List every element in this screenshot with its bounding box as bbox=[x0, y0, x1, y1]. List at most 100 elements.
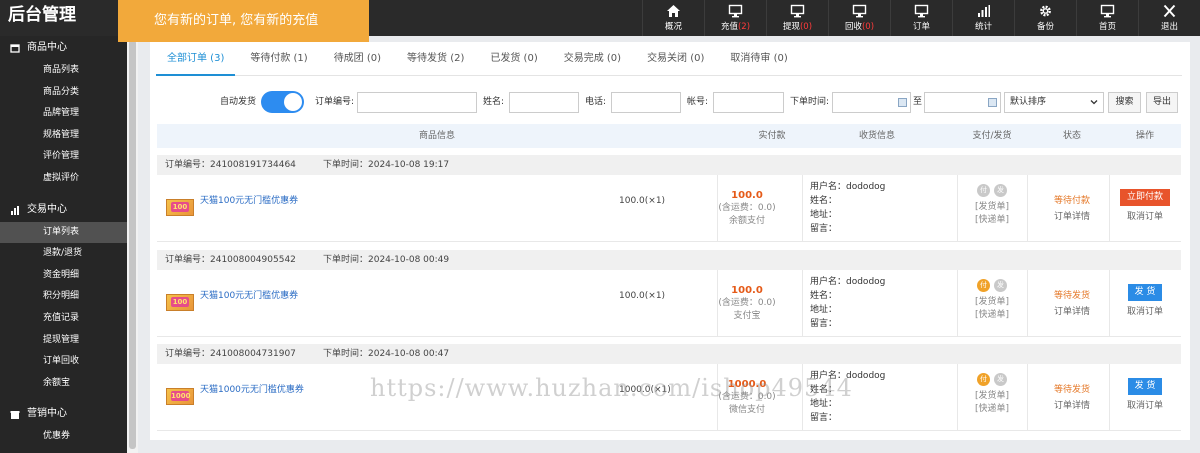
sidebar-item[interactable]: 规格管理 bbox=[0, 125, 127, 147]
product-name-link[interactable]: 天猫100元无门槛优惠券 bbox=[200, 193, 298, 206]
column-divider bbox=[1027, 175, 1028, 242]
order-action-button[interactable]: 发 货 bbox=[1127, 284, 1163, 301]
nav-label: 统计 bbox=[974, 22, 992, 32]
phone-input[interactable] bbox=[611, 92, 681, 113]
express-note-link[interactable]: [快递单] bbox=[957, 403, 1027, 416]
sidebar-item[interactable]: 评价管理 bbox=[0, 146, 127, 168]
sidebar-group[interactable]: 商品中心 bbox=[0, 36, 127, 60]
brand-title: 后台管理 bbox=[8, 5, 76, 25]
delivery-message: 留言： bbox=[810, 319, 838, 329]
order-status: 等待付款 bbox=[1053, 196, 1090, 206]
order-action-button[interactable]: 发 货 bbox=[1127, 378, 1163, 395]
sidebar-item[interactable]: 虚拟评价 bbox=[0, 168, 127, 190]
tab-6[interactable]: 交易关闭 (0) bbox=[636, 42, 715, 76]
shipping-note-link[interactable]: [发货单] bbox=[957, 296, 1027, 309]
sidebar-item[interactable]: 充值记录 bbox=[0, 308, 127, 330]
nav-item-6[interactable]: 备份 bbox=[1014, 0, 1076, 36]
nav-label: 充值(2) bbox=[720, 22, 751, 32]
sidebar-item[interactable]: 资金明细 bbox=[0, 265, 127, 287]
product-thumbnail[interactable]: 100 bbox=[166, 294, 194, 311]
nav-item-5[interactable]: 统计 bbox=[952, 0, 1014, 36]
product-thumbnail[interactable]: 1000 bbox=[166, 388, 194, 405]
express-note-link[interactable]: [快递单] bbox=[957, 214, 1027, 227]
top-nav: 概况 充值(2) 提现(0) 回收(0) 订单 统计 备份 首页 退出 bbox=[642, 0, 1200, 36]
sidebar-group[interactable]: 营销中心 bbox=[0, 402, 127, 426]
pay-ship-block: 付发 [发货单] [快递单] bbox=[957, 279, 1027, 322]
shipping-note-link[interactable]: [发货单] bbox=[957, 390, 1027, 403]
account-input[interactable] bbox=[713, 92, 784, 113]
delivery-message: 留言： bbox=[810, 224, 838, 234]
sidebar-item[interactable]: 订单回收 bbox=[0, 351, 127, 373]
nav-item-7[interactable]: 首页 bbox=[1076, 0, 1138, 36]
search-button[interactable]: 搜索 bbox=[1108, 92, 1141, 113]
delivery-user: 用户名：dododog bbox=[810, 182, 886, 192]
notification-banner[interactable]: 您有新的订单, 您有新的充值 bbox=[118, 0, 369, 42]
sidebar-item[interactable]: 积分明细 bbox=[0, 286, 127, 308]
shipping-note-link[interactable]: [发货单] bbox=[957, 201, 1027, 214]
order-detail-link[interactable]: 订单详情 bbox=[1042, 398, 1102, 414]
cancel-order-link[interactable]: 取消订单 bbox=[1109, 209, 1181, 222]
tab-4[interactable]: 已发货 (0) bbox=[479, 42, 548, 76]
start-date-input[interactable] bbox=[832, 92, 911, 113]
account-label: 帐号: bbox=[687, 97, 709, 107]
tab-2[interactable]: 待成团 (0) bbox=[323, 42, 392, 76]
tab-5[interactable]: 交易完成 (0) bbox=[553, 42, 632, 76]
tab-0[interactable]: 全部订单 (3) bbox=[156, 42, 236, 76]
order-detail-link[interactable]: 订单详情 bbox=[1042, 304, 1102, 320]
auto-ship-toggle[interactable] bbox=[261, 91, 304, 113]
nav-item-2[interactable]: 提现(0) bbox=[766, 0, 828, 36]
product-thumbnail[interactable]: 100 bbox=[166, 199, 194, 216]
paid-block: 100.0 (含运费：0.0) 余额支付 bbox=[692, 189, 802, 228]
sidebar-item[interactable]: 商品列表 bbox=[0, 60, 127, 82]
monitor-icon bbox=[790, 4, 805, 18]
sidebar-group-label: 交易中心 bbox=[27, 203, 67, 215]
order-action-button[interactable]: 立即付款 bbox=[1119, 189, 1170, 206]
auto-ship-label: 自动发货 bbox=[220, 97, 257, 107]
sidebar-group[interactable]: 交易中心 bbox=[0, 198, 127, 222]
sidebar-item[interactable]: 退款/退货 bbox=[0, 243, 127, 265]
sidebar-scrollbar[interactable] bbox=[129, 40, 136, 449]
sidebar-item[interactable]: 余额宝 bbox=[0, 373, 127, 395]
delivery-message: 留言： bbox=[810, 413, 838, 423]
nav-item-8[interactable]: 退出 bbox=[1138, 0, 1200, 36]
order-no-input[interactable] bbox=[357, 92, 477, 113]
sidebar-item[interactable]: 订单列表 bbox=[0, 221, 127, 244]
nav-item-1[interactable]: 充值(2) bbox=[704, 0, 766, 36]
sidebar: 商品中心 商品列表 商品分类 品牌管理 规格管理 评价管理 虚拟评价交易中心订单列表 退款/退… bbox=[0, 36, 127, 453]
nav-label: 回收(0) bbox=[844, 22, 875, 32]
shipped-indicator: 发 bbox=[994, 279, 1007, 292]
tab-1[interactable]: 等待付款 (1) bbox=[239, 42, 318, 76]
express-note-link[interactable]: [快递单] bbox=[957, 309, 1027, 322]
product-name-link[interactable]: 天猫1000元无门槛优惠券 bbox=[200, 382, 304, 395]
product-name-link[interactable]: 天猫100元无门槛优惠券 bbox=[200, 288, 298, 301]
sidebar-item[interactable]: 提现管理 bbox=[0, 330, 127, 352]
sidebar-item[interactable]: 优惠券 bbox=[0, 426, 127, 448]
paid-block: 100.0 (含运费：0.0) 支付宝 bbox=[692, 284, 802, 323]
sidebar-item[interactable]: 商品分类 bbox=[0, 82, 127, 104]
order-tabs: 全部订单 (3) 等待付款 (1) 待成团 (0) 等待发货 (2) 已发货 (0) 交易… bbox=[156, 42, 1182, 76]
monitor-icon bbox=[852, 4, 867, 18]
order-time: 下单时间：2024-10-08 19:17 bbox=[323, 160, 450, 170]
nav-item-3[interactable]: 回收(0) bbox=[828, 0, 890, 36]
tab-7[interactable]: 取消待审 (0) bbox=[719, 42, 798, 76]
gear-icon bbox=[1040, 5, 1051, 17]
nav-item-4[interactable]: 订单 bbox=[890, 0, 952, 36]
order-detail-link[interactable]: 订单详情 bbox=[1042, 209, 1102, 225]
sort-select[interactable]: 默认排序 bbox=[1004, 92, 1104, 113]
pay-method: 支付宝 bbox=[733, 311, 761, 321]
th-pay-ship: 支付/发货 bbox=[972, 131, 1012, 141]
order-card: 订单编号：241008191734464 下单时间：2024-10-08 19:1… bbox=[157, 155, 1181, 242]
cancel-order-link[interactable]: 取消订单 bbox=[1109, 398, 1181, 411]
name-input[interactable] bbox=[509, 92, 579, 113]
sidebar-item[interactable]: 品牌管理 bbox=[0, 103, 127, 125]
gift-icon bbox=[10, 411, 20, 420]
column-divider bbox=[802, 270, 803, 337]
paid-indicator: 付 bbox=[977, 279, 990, 292]
tab-3[interactable]: 等待发货 (2) bbox=[396, 42, 475, 76]
nav-item-0[interactable]: 概况 bbox=[642, 0, 704, 36]
export-button[interactable]: 导出 bbox=[1146, 92, 1178, 113]
end-date-input[interactable] bbox=[924, 92, 1001, 113]
status-block: 等待发货 订单详情 bbox=[1042, 382, 1102, 414]
cancel-order-link[interactable]: 取消订单 bbox=[1109, 304, 1181, 317]
